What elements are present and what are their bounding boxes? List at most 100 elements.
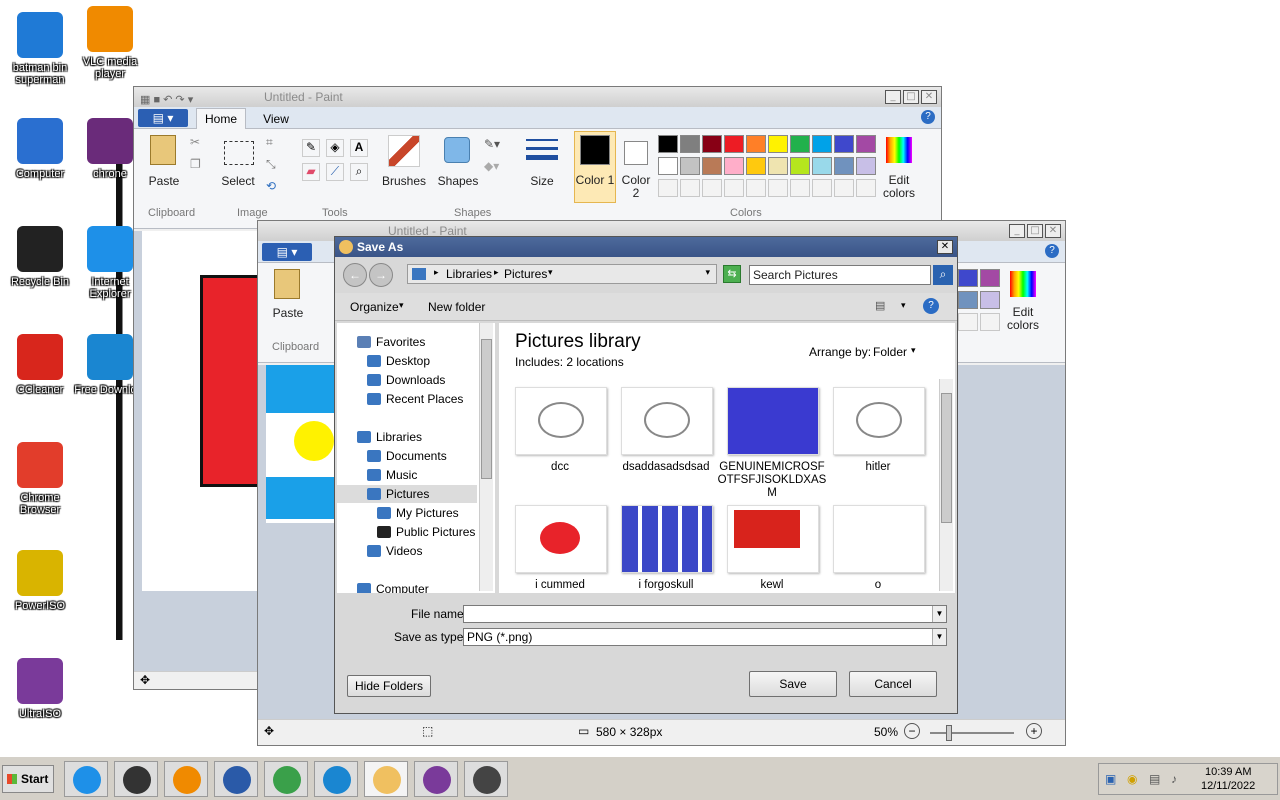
save-type-dropdown-icon[interactable]: ▼ (932, 629, 946, 645)
taskbar-disc-app[interactable] (414, 761, 458, 797)
tray-device-icon[interactable]: ▤ (1149, 772, 1160, 786)
new-folder-button[interactable]: New folder (428, 300, 485, 314)
fill-shape-icon[interactable]: ◆▾ (484, 159, 499, 173)
file-name-dropdown-icon[interactable]: ▼ (932, 606, 946, 622)
palette-swatch-empty[interactable] (958, 313, 978, 331)
palette-swatch-empty[interactable] (768, 179, 788, 197)
palette-swatch-blue[interactable] (958, 269, 978, 287)
clock-time[interactable]: 10:39 AM (1205, 766, 1251, 778)
size-button[interactable]: Size (520, 174, 564, 188)
nav-desktop[interactable]: Desktop (367, 354, 430, 368)
taskbar-app-9[interactable] (464, 761, 508, 797)
select-button[interactable]: Select (216, 174, 260, 188)
outline-icon[interactable]: ✎▾ (484, 137, 500, 151)
nav-public-pictures[interactable]: Public Pictures (377, 525, 475, 539)
save-type-select[interactable]: PNG (*.png) ▼ (463, 628, 947, 646)
edit-colors-button[interactable]: Edit colors (1002, 306, 1044, 332)
palette-swatch-empty[interactable] (790, 179, 810, 197)
resize-icon[interactable]: ⤡ (266, 157, 276, 172)
maximize-button[interactable]: □ (1027, 224, 1043, 238)
palette-swatch[interactable] (746, 135, 766, 153)
fill-icon[interactable]: ◈ (326, 139, 344, 157)
palette-swatch[interactable] (658, 135, 678, 153)
arrange-dropdown-icon[interactable]: ▾ (911, 345, 916, 356)
palette-swatch[interactable] (702, 157, 722, 175)
cancel-button[interactable]: Cancel (849, 671, 937, 697)
help-icon[interactable]: ? (1045, 244, 1059, 258)
crop-icon[interactable]: ⌗ (266, 135, 273, 150)
file-name-label[interactable]: i forgoskull (611, 579, 721, 592)
taskbar-chrome[interactable] (264, 761, 308, 797)
file-name-label[interactable]: o (823, 579, 933, 592)
hide-folders-button[interactable]: Hide Folders (347, 675, 431, 697)
address-dropdown-icon[interactable]: ▾ (705, 267, 710, 278)
taskbar-paint[interactable] (364, 761, 408, 797)
forward-button[interactable]: → (369, 263, 393, 287)
zoom-slider-thumb[interactable] (946, 725, 952, 741)
palette-swatch-empty[interactable] (724, 179, 744, 197)
arrange-by-dropdown[interactable]: Folder (873, 345, 907, 359)
palette-swatch[interactable] (724, 157, 744, 175)
content-scrollbar[interactable] (939, 379, 953, 591)
back-button[interactable]: ← (343, 263, 367, 287)
file-thumbnail[interactable] (621, 505, 713, 573)
paint-back-titlebar[interactable]: ▦ ■ ↶ ↷ ▾ Untitled - Paint _ □ ✕ (134, 87, 941, 107)
nav-recent-places[interactable]: Recent Places (367, 392, 463, 406)
organize-dropdown-icon[interactable]: ▾ (399, 300, 404, 311)
palette-swatch[interactable] (790, 135, 810, 153)
edit-colors-button[interactable]: Edit colors (878, 174, 920, 200)
file-name-input[interactable]: ▼ (463, 605, 947, 623)
palette-swatch[interactable] (702, 135, 722, 153)
palette-swatch-empty[interactable] (658, 179, 678, 197)
magnifier-icon[interactable]: ⌕ (350, 163, 368, 181)
paint-front-canvas[interactable] (266, 365, 334, 523)
desktop-icon-vlc-media-player[interactable]: VLC media player (74, 6, 146, 80)
file-name-label[interactable]: dcc (505, 461, 615, 474)
palette-swatch[interactable] (812, 135, 832, 153)
minimize-button[interactable]: _ (1009, 224, 1025, 238)
desktop-icon-computer[interactable]: Computer (4, 118, 76, 180)
rotate-icon[interactable]: ⟲ (266, 179, 276, 193)
close-button[interactable]: ✕ (1045, 224, 1061, 238)
file-name-label[interactable]: i cummed (505, 579, 615, 592)
nav-pictures[interactable]: Pictures (367, 487, 429, 501)
zoom-out-button[interactable]: − (904, 723, 920, 739)
cut-icon[interactable]: ✂ (190, 135, 200, 149)
nav-scroll-thumb[interactable] (481, 339, 492, 479)
palette-swatch[interactable] (834, 135, 854, 153)
close-button[interactable]: ✕ (921, 90, 937, 104)
navigation-pane[interactable]: Favorites Desktop Downloads Recent Place… (337, 323, 495, 593)
start-button[interactable]: Start (2, 765, 54, 793)
paste-button[interactable]: Paste (142, 174, 186, 188)
shapes-button[interactable]: Shapes (436, 174, 480, 188)
palette-swatch-slate[interactable] (958, 291, 978, 309)
paste-button[interactable]: Paste (266, 306, 310, 320)
file-name-label[interactable]: hitler (823, 461, 933, 474)
palette-swatch-empty[interactable] (746, 179, 766, 197)
tray-network-icon[interactable]: ▣ (1105, 772, 1116, 786)
help-icon[interactable]: ? (923, 298, 939, 314)
zoom-slider[interactable] (930, 732, 1014, 734)
palette-swatch[interactable] (724, 135, 744, 153)
palette-swatch-empty[interactable] (834, 179, 854, 197)
palette-swatch[interactable] (834, 157, 854, 175)
nav-videos[interactable]: Videos (367, 544, 422, 558)
maximize-button[interactable]: □ (903, 90, 919, 104)
content-pane[interactable]: Pictures library Includes: 2 locations A… (499, 323, 955, 593)
brushes-button[interactable]: Brushes (380, 174, 428, 188)
file-thumbnail[interactable] (727, 387, 819, 455)
tray-security-icon[interactable]: ◉ (1127, 772, 1137, 786)
save-as-titlebar[interactable]: Save As ✕ (335, 237, 957, 257)
pencil-icon[interactable]: ✎ (302, 139, 320, 157)
breadcrumb-pictures[interactable]: Pictures (504, 267, 547, 281)
palette-swatch-empty[interactable] (702, 179, 722, 197)
taskbar-app-2[interactable] (114, 761, 158, 797)
palette-swatch[interactable] (680, 157, 700, 175)
palette-swatch-empty[interactable] (680, 179, 700, 197)
nav-libraries[interactable]: Libraries (357, 430, 422, 444)
tray-volume-icon[interactable]: ♪ (1171, 772, 1177, 786)
palette-swatch-lavender[interactable] (980, 291, 1000, 309)
help-icon[interactable]: ? (921, 110, 935, 124)
clock-date[interactable]: 12/11/2022 (1201, 780, 1255, 792)
palette-swatch[interactable] (746, 157, 766, 175)
